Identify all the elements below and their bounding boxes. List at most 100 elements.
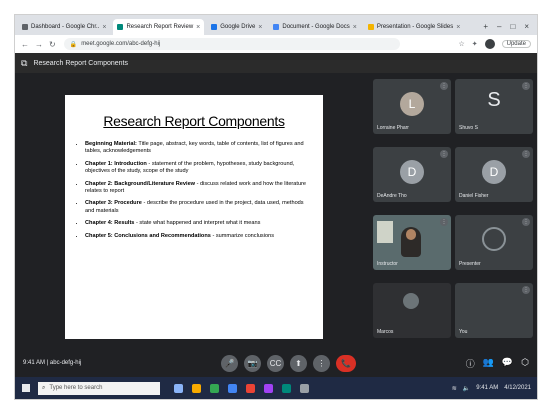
meet-app-icon[interactable] [282, 383, 291, 393]
taskbar-clock[interactable]: 9:41 AM [476, 385, 498, 391]
browser-tab[interactable]: Presentation - Google Slides × [364, 19, 464, 35]
participant-name: Instructor [377, 261, 398, 267]
profile-avatar[interactable] [484, 39, 495, 49]
taskbar-search-field[interactable]: ⌕ Type here to search [38, 381, 160, 395]
reload-icon[interactable]: ↻ [49, 40, 56, 49]
participant-tile-self[interactable]: You ⋮ [455, 283, 533, 338]
participant-tile[interactable]: L Lorraine Pharr ⋮ [373, 79, 451, 134]
camera-button[interactable]: 📷 [244, 355, 261, 372]
participant-video-face [406, 229, 416, 240]
drive-favicon-icon [211, 24, 218, 30]
wifi-icon[interactable]: ≋ [452, 385, 457, 392]
more-options-button[interactable]: ⋮ [313, 355, 330, 372]
screen: Dashboard - Google Chr.. × Research Repor… [14, 14, 538, 400]
tile-more-icon[interactable]: ⋮ [440, 150, 448, 158]
windows-start-icon[interactable] [22, 384, 30, 392]
tile-more-icon[interactable]: ⋮ [522, 82, 530, 90]
meeting-side-controls: ⓘ 👥 💬 ⬡ [466, 357, 529, 370]
participant-tile[interactable]: Presenter ⋮ [455, 215, 533, 270]
tile-more-icon[interactable]: ⋮ [440, 218, 448, 226]
people-icon[interactable]: 👥 [483, 357, 494, 370]
captions-button[interactable]: CC [267, 355, 284, 372]
mic-button[interactable]: 🎤 [221, 355, 238, 372]
participant-name: Lorraine Pharr [377, 125, 409, 131]
browser-tab[interactable]: Google Drive × [207, 19, 266, 35]
participant-tile[interactable]: D Daniel Fisher ⋮ [455, 147, 533, 202]
close-tab-icon[interactable]: × [258, 24, 262, 31]
participant-tile[interactable]: Marcos [373, 283, 451, 338]
window-controls: + – □ × [483, 22, 537, 35]
bullet-heading: Chapter 2: Background/Literature Review [85, 180, 196, 187]
volume-icon[interactable]: 🔈 [463, 385, 470, 392]
back-icon[interactable]: ← [21, 40, 29, 49]
search-icon: ⌕ [42, 384, 46, 391]
participant-tile[interactable]: D DeAndre Tho ⋮ [373, 147, 451, 202]
forward-icon[interactable]: → [35, 40, 43, 49]
end-call-button[interactable]: 📞 [336, 355, 356, 372]
tile-more-icon[interactable]: ⋮ [522, 286, 530, 294]
browser-tab[interactable]: Dashboard - Google Chr.. × [18, 19, 110, 35]
extensions-icon[interactable]: ✦ [472, 40, 478, 48]
meeting-presentation-title: Research Report Components [33, 59, 128, 67]
new-tab-icon[interactable]: + [483, 22, 488, 31]
browser-tab-active[interactable]: Research Report Review × [113, 19, 205, 35]
chat-icon[interactable]: 💬 [502, 357, 513, 370]
browser-tab[interactable]: Document - Google Docs × [269, 19, 360, 35]
close-tab-icon[interactable]: × [456, 24, 460, 31]
url-field[interactable]: 🔒 meet.google.com/abc-defg-hij [63, 38, 400, 50]
meet-favicon-icon [117, 24, 124, 30]
close-window-icon[interactable]: × [524, 22, 529, 31]
chrome-icon[interactable] [210, 383, 219, 393]
bullet-text: - state what happened and interpret what… [134, 220, 261, 227]
browser-tab-label: Presentation - Google Slides [376, 24, 454, 30]
slide-bullet: Chapter 5: Conclusions and Recommendatio… [85, 233, 313, 240]
settings-icon[interactable] [300, 383, 309, 393]
participant-video-tile[interactable]: Instructor ⋮ [373, 215, 451, 270]
browser-tab-label: Research Report Review [126, 24, 194, 30]
close-tab-icon[interactable]: × [353, 24, 357, 31]
task-view-icon[interactable] [174, 383, 183, 393]
lock-icon: 🔒 [69, 41, 78, 48]
tile-more-icon[interactable]: ⋮ [522, 218, 530, 226]
bullet-heading: Chapter 4: Results [85, 220, 135, 227]
slides-favicon-icon [367, 24, 374, 30]
taskbar-date[interactable]: 4/12/2021 [504, 385, 531, 391]
tile-more-icon[interactable]: ⋮ [522, 150, 530, 158]
slide-bullet: Beginning Material: Title page, abstract… [85, 141, 313, 156]
browser-toolbar: ☆ ✦ Update [458, 39, 537, 49]
participant-video-blur [403, 293, 419, 309]
slide-title: Research Report Components [103, 113, 285, 129]
participant-avatar: D [400, 160, 424, 184]
participant-name: Marcos [377, 329, 394, 335]
url-text: meet.google.com/abc-defg-hij [81, 41, 161, 47]
participant-tile[interactable]: S Shuvo S ⋮ [455, 79, 533, 134]
activities-icon[interactable]: ⬡ [521, 357, 529, 370]
present-button[interactable]: ⬆ [290, 355, 307, 372]
update-button[interactable]: Update [501, 40, 531, 48]
star-icon[interactable]: ☆ [458, 40, 464, 48]
bullet-heading: Chapter 1: Introduction [85, 160, 147, 167]
minimize-icon[interactable]: – [497, 22, 501, 31]
meeting-time-code: 9:41 AM | abc-defg-hij [23, 360, 82, 366]
taskbar-apps [174, 383, 309, 393]
screen-share-icon: ⧉ [21, 57, 28, 68]
browser-tab-label: Dashboard - Google Chr.. [31, 24, 100, 30]
teams-icon[interactable] [264, 383, 273, 393]
bullet-heading: Beginning Material: [85, 141, 137, 147]
docs-favicon-icon [273, 24, 280, 30]
mail-icon[interactable] [246, 383, 255, 393]
slide-bullet: Chapter 1: Introduction - statement of t… [85, 161, 313, 176]
close-tab-icon[interactable]: × [102, 24, 106, 31]
meeting-header: ⧉ Research Report Components [15, 53, 537, 73]
info-icon[interactable]: ⓘ [466, 357, 475, 370]
maximize-icon[interactable]: □ [510, 22, 515, 31]
tile-more-icon[interactable]: ⋮ [440, 82, 448, 90]
close-tab-icon[interactable]: × [196, 24, 200, 31]
participant-name: DeAndre Tho [377, 193, 407, 199]
file-explorer-icon[interactable] [192, 383, 201, 393]
participant-initial: S [487, 89, 501, 111]
edge-icon[interactable] [228, 383, 237, 393]
participant-name: You [459, 329, 468, 335]
participant-avatar: L [400, 92, 424, 116]
slide-bullet-list: Beginning Material: Title page, abstract… [75, 141, 313, 240]
